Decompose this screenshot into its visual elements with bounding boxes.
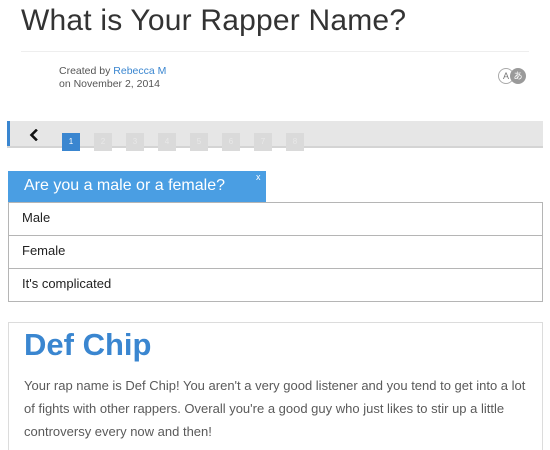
page-indicator[interactable]: 6: [222, 133, 240, 151]
page-indicator[interactable]: 2: [94, 133, 112, 151]
close-icon[interactable]: x: [256, 172, 261, 182]
answer-option-complicated[interactable]: It's complicated: [9, 268, 542, 301]
question-header: Are you a male or a female? x: [8, 171, 266, 202]
page-title: What is Your Rapper Name?: [21, 4, 407, 37]
byline: Created by Rebecca M on November 2, 2014: [59, 65, 166, 91]
created-date: on November 2, 2014: [59, 78, 160, 90]
page-indicator[interactable]: 8: [286, 133, 304, 151]
author-link[interactable]: Rebecca M: [113, 65, 166, 77]
language-toggle[interactable]: A あ: [498, 68, 528, 84]
result-card: Def Chip Your rap name is Def Chip! You …: [8, 322, 543, 450]
created-by-label: Created by: [59, 65, 111, 77]
page-indicator[interactable]: 4: [158, 133, 176, 151]
chevron-left-icon: [29, 129, 38, 141]
page-indicator[interactable]: 7: [254, 133, 272, 151]
back-button[interactable]: [17, 124, 51, 146]
quiz-page: What is Your Rapper Name? Created by Reb…: [0, 0, 550, 450]
page-indicators: 1 2 3 4 5 6 7 8: [62, 133, 304, 151]
answer-option-female[interactable]: Female: [9, 235, 542, 268]
answer-option-male[interactable]: Male: [9, 202, 542, 235]
page-indicator[interactable]: 1: [62, 133, 80, 151]
page-indicator[interactable]: 5: [190, 133, 208, 151]
japanese-script-icon: あ: [510, 68, 526, 84]
page-indicator[interactable]: 3: [126, 133, 144, 151]
question-text: Are you a male or a female?: [24, 177, 225, 194]
result-title: Def Chip: [24, 327, 152, 362]
result-description: Your rap name is Def Chip! You aren't a …: [24, 378, 526, 439]
title-divider: [21, 51, 529, 52]
answer-list: Male Female It's complicated: [8, 202, 543, 302]
